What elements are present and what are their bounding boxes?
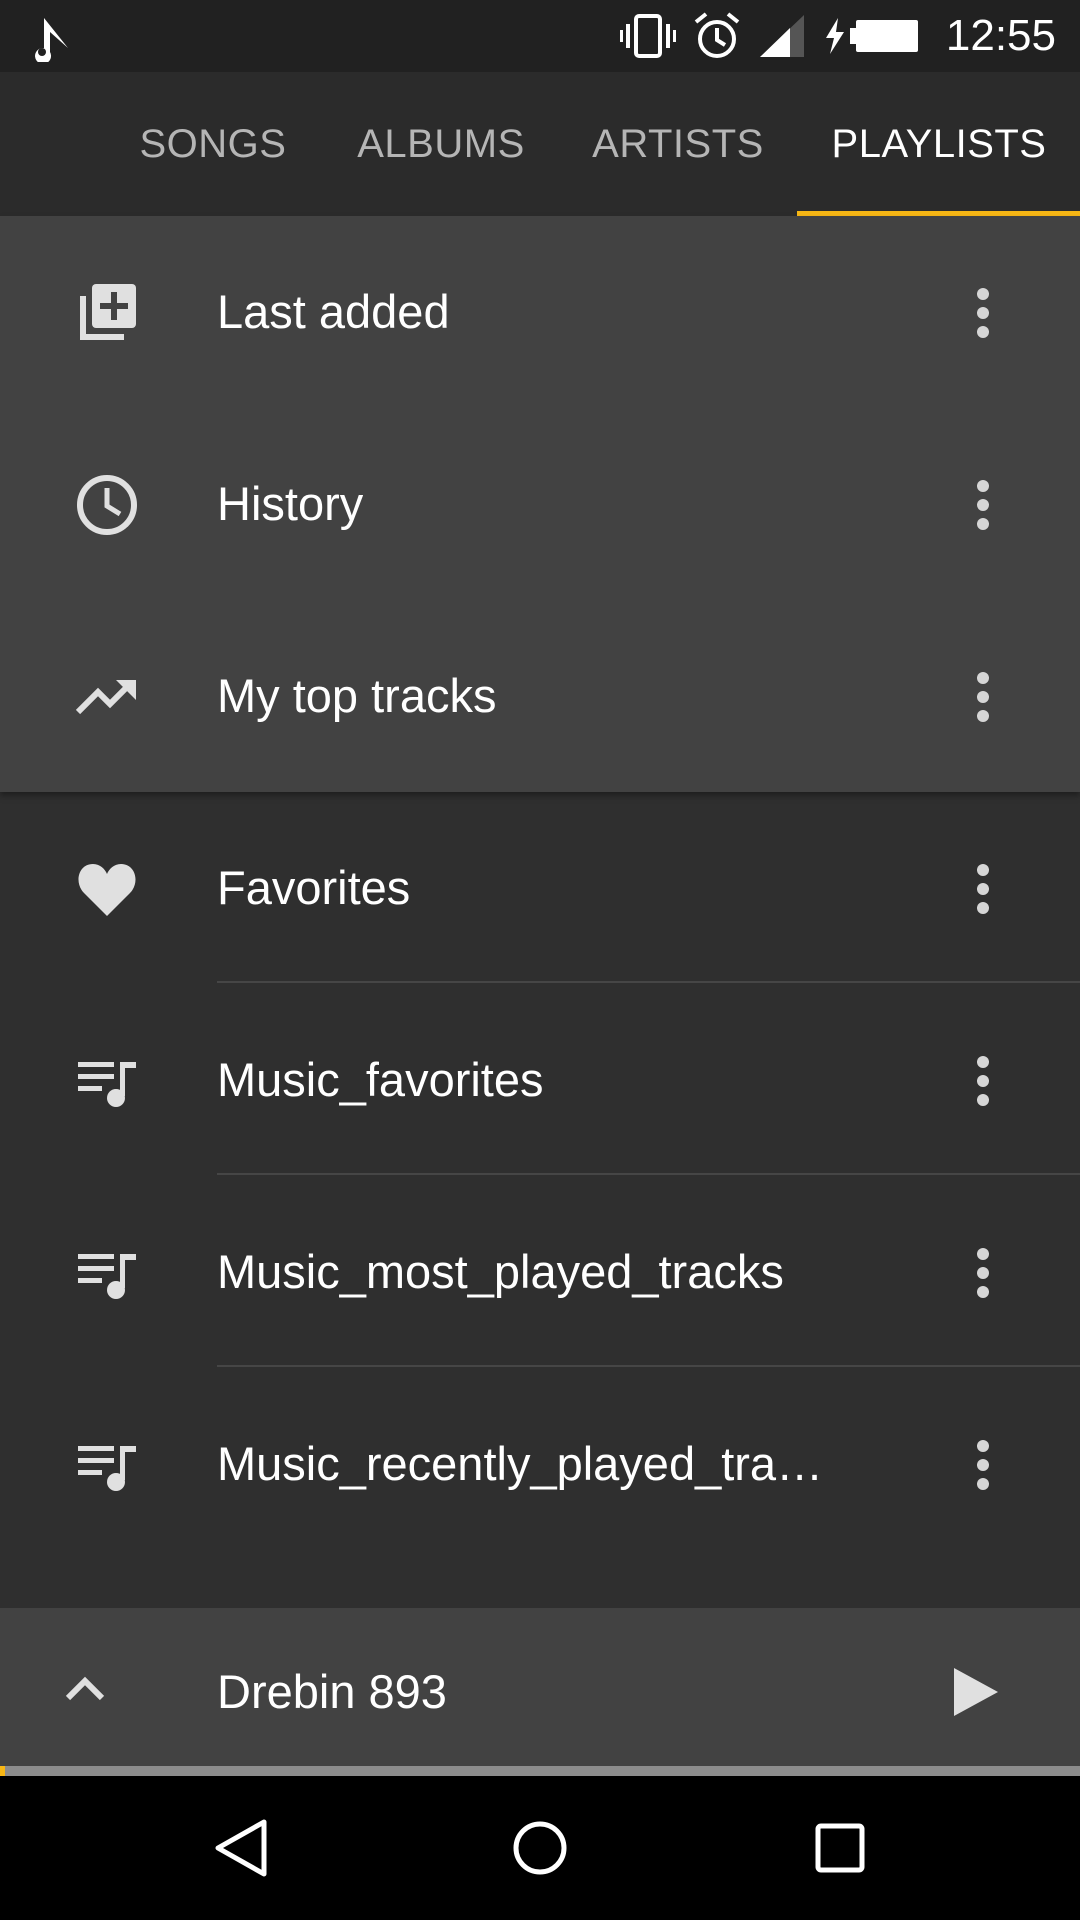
list-item[interactable]: Music_recently_played_trac… <box>0 1368 1080 1560</box>
playlist-music-icon <box>78 1446 136 1491</box>
divider <box>217 981 1080 983</box>
tab-songs[interactable]: SONGS <box>124 72 302 216</box>
divider <box>217 1365 1080 1367</box>
chevron-up-icon[interactable] <box>60 1664 110 1714</box>
cell-signal-icon <box>759 15 804 57</box>
tab-playlists[interactable]: PLAYLISTS <box>822 72 1056 216</box>
system-nav-bar <box>0 1776 1080 1920</box>
more-options-icon[interactable] <box>968 858 998 920</box>
playlist-list[interactable]: Last added History My top tracks Favorit… <box>0 216 1080 1608</box>
playlist-title: Favorites <box>217 861 411 914</box>
playlist-title: Music_recently_played_trac… <box>217 1437 837 1490</box>
list-item[interactable]: Music_most_played_tracks <box>0 1176 1080 1368</box>
playlist-title: Music_most_played_tracks <box>217 1245 784 1298</box>
more-options-icon[interactable] <box>968 1050 998 1112</box>
tab-bar: SONGS ALBUMS ARTISTS PLAYLISTS <box>0 72 1080 217</box>
trending-up-icon <box>76 680 136 715</box>
playlist-title: History <box>217 477 364 530</box>
smart-playlists-group: Last added History My top tracks <box>0 216 1080 792</box>
list-item[interactable]: Last added <box>0 216 1080 408</box>
status-bar: 12:55 <box>0 0 1080 72</box>
clock-icon <box>77 475 137 535</box>
divider <box>217 1173 1080 1175</box>
more-options-icon[interactable] <box>968 1242 998 1304</box>
back-icon[interactable] <box>212 1818 272 1878</box>
playlist-music-icon <box>78 1254 136 1299</box>
recents-icon[interactable] <box>810 1818 870 1878</box>
list-item[interactable]: Favorites <box>0 792 1080 984</box>
more-options-icon[interactable] <box>968 1434 998 1496</box>
list-item[interactable]: My top tracks <box>0 600 1080 792</box>
tab-artists[interactable]: ARTISTS <box>583 72 773 216</box>
battery-charging-icon <box>825 18 918 54</box>
playlist-title: Last added <box>217 285 450 338</box>
more-options-icon[interactable] <box>968 666 998 728</box>
list-item[interactable]: History <box>0 408 1080 600</box>
list-item[interactable]: Music_favorites <box>0 984 1080 1176</box>
home-icon[interactable] <box>510 1818 570 1878</box>
more-options-icon[interactable] <box>968 282 998 344</box>
more-options-icon[interactable] <box>968 474 998 536</box>
playlist-music-icon <box>78 1062 136 1107</box>
playback-progress[interactable] <box>0 1766 1080 1776</box>
heart-icon <box>78 864 136 916</box>
app-notification-icon <box>35 18 68 62</box>
mini-player[interactable]: Drebin 893 <box>0 1608 1080 1776</box>
playlist-title: My top tracks <box>217 669 497 722</box>
library-add-icon <box>80 284 136 340</box>
status-time: 12:55 <box>945 11 1056 60</box>
playlist-title: Music_favorites <box>217 1053 544 1106</box>
now-playing-title: Drebin 893 <box>217 1665 447 1718</box>
play-icon[interactable] <box>950 1664 1002 1720</box>
alarm-icon <box>694 12 740 58</box>
vibrate-icon <box>619 14 676 58</box>
playback-progress-fill <box>0 1766 6 1776</box>
tab-albums[interactable]: ALBUMS <box>345 72 537 216</box>
